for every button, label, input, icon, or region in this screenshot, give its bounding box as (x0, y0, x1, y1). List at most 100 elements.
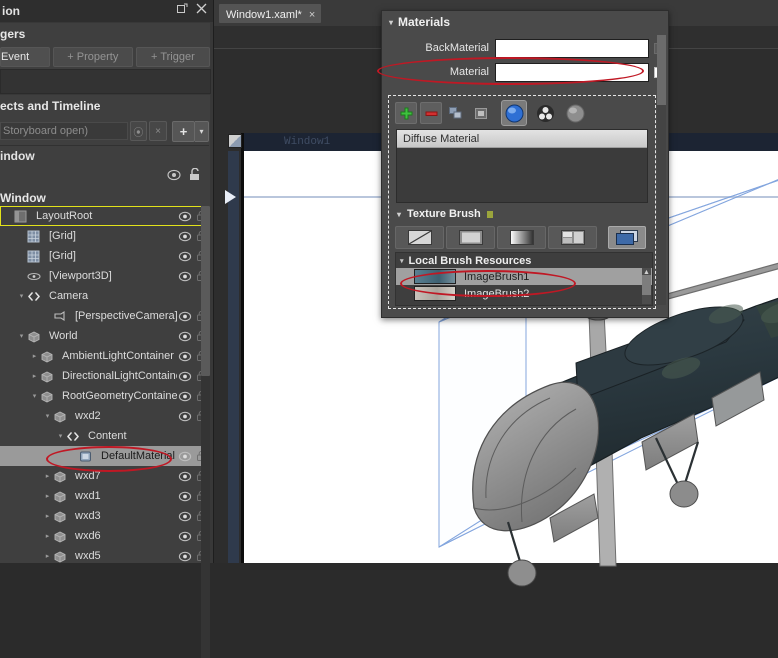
materials-panel-header[interactable]: ▾ Materials (382, 11, 668, 33)
scroll-up-icon[interactable]: ▲ (642, 268, 651, 276)
tree-item-defaultmaterial[interactable]: DefaultMaterial (0, 446, 209, 466)
brush-type-toolbar (395, 226, 651, 249)
eye-icon[interactable] (177, 251, 193, 262)
add-event-trigger-button[interactable]: Event (0, 47, 50, 67)
eye-icon[interactable] (177, 331, 193, 342)
chevron-down-icon[interactable]: ▾ (42, 411, 53, 422)
materials-panel-scroll-thumb[interactable] (657, 35, 666, 105)
chevron-down-icon[interactable]: ▾ (400, 257, 404, 265)
eye-icon[interactable] (177, 471, 193, 482)
chevron-down-icon[interactable]: ▾ (16, 291, 27, 302)
design-rail-marker[interactable] (225, 190, 236, 204)
eye-icon[interactable] (177, 551, 193, 562)
chevron-down-icon[interactable]: ▾ (29, 391, 40, 402)
chevron-down-icon[interactable]: ▾ (16, 331, 27, 342)
tree-item-ambientlightcontainer[interactable]: ▸ AmbientLightContainer (0, 346, 209, 366)
tree-item-layoutroot[interactable]: LayoutRoot (0, 206, 209, 226)
backmaterial-field[interactable] (495, 38, 649, 58)
list-item[interactable]: ImageBrush2 (396, 285, 652, 302)
tree-item-label: Content (88, 430, 127, 442)
tree-item-perspectivecamera[interactable]: [PerspectiveCamera] (0, 306, 209, 326)
material-list[interactable]: Diffuse Material (396, 129, 648, 203)
local-brush-resources-header[interactable]: ▾ Local Brush Resources (396, 253, 652, 268)
eye-icon[interactable] (177, 391, 193, 402)
material-field[interactable] (495, 62, 649, 82)
chevron-right-icon[interactable]: ▸ (42, 531, 53, 542)
storyboard-record-button[interactable]: ⦿ (129, 121, 148, 141)
tree-item-grid[interactable]: [Grid] (0, 226, 209, 246)
storyboard-picker[interactable]: Storyboard open) (0, 122, 128, 140)
add-trigger-button[interactable]: + Trigger (135, 47, 210, 67)
chevron-down-icon[interactable]: ▾ (55, 431, 66, 442)
close-icon[interactable]: × (309, 9, 315, 21)
eye-icon[interactable] (177, 211, 193, 222)
tree-item-wxd7[interactable]: ▸ wxd7 (0, 466, 209, 486)
solid-color-icon[interactable] (446, 226, 495, 249)
list-item[interactable]: Diffuse Material (397, 130, 647, 148)
chevron-right-icon[interactable]: ▸ (42, 471, 53, 482)
eye-icon[interactable] (177, 491, 193, 502)
tree-scroll-thumb[interactable] (201, 206, 210, 376)
tree-item-wxd1[interactable]: ▸ wxd1 (0, 486, 209, 506)
tree-item-rootgeometrycontainer[interactable]: ▾ RootGeometryContainer (0, 386, 209, 406)
eye-icon[interactable] (177, 351, 193, 362)
cube-icon[interactable] (533, 101, 557, 125)
matte-sphere-icon[interactable] (563, 101, 587, 125)
close-icon[interactable] (196, 3, 207, 17)
tree-expander-empty (16, 251, 27, 262)
property-marker-icon[interactable] (486, 210, 493, 218)
sphere-icon[interactable] (501, 100, 527, 126)
gradient-icon[interactable] (497, 226, 546, 249)
float-icon[interactable] (177, 3, 188, 17)
chevron-right-icon[interactable]: ▸ (42, 491, 53, 502)
eye-icon[interactable] (177, 271, 193, 282)
chevron-down-icon[interactable]: ▾ (195, 120, 209, 142)
storyboard-close-button[interactable]: × (149, 121, 167, 141)
image-brush-icon[interactable] (608, 226, 646, 249)
document-tab[interactable]: Window1.xaml* × (219, 4, 322, 23)
minus-icon[interactable] (420, 102, 442, 124)
material-row: Material (382, 61, 668, 83)
local-brush-resources: ▾ Local Brush Resources ImageBrush1 Imag… (395, 252, 653, 306)
tree-item-grid[interactable]: [Grid] (0, 246, 209, 266)
tree-item-viewport3d[interactable]: [Viewport3D] (0, 266, 209, 286)
square-icon[interactable] (470, 102, 492, 124)
no-brush-icon[interactable] (395, 226, 444, 249)
tree-item-camera[interactable]: ▾ Camera (0, 286, 209, 306)
tile-brush-icon[interactable] (548, 226, 597, 249)
tree-item-wxd3[interactable]: ▸ wxd3 (0, 506, 209, 526)
eye-icon[interactable] (177, 531, 193, 542)
tree-item-wxd6[interactable]: ▸ wxd6 (0, 526, 209, 546)
texture-brush-header[interactable]: ▾ Texture Brush (397, 208, 493, 220)
chevron-down-icon[interactable]: ▾ (389, 18, 393, 27)
eye-icon[interactable] (167, 169, 181, 184)
eye-icon[interactable] (177, 451, 193, 462)
tree-item-content[interactable]: ▾ Content (0, 426, 209, 446)
duplicate-icon[interactable] (445, 102, 467, 124)
new-storyboard-button[interactable]: + (171, 120, 196, 142)
chevron-right-icon[interactable]: ▸ (29, 371, 40, 382)
eye-icon[interactable] (177, 311, 193, 322)
eye-icon[interactable] (177, 511, 193, 522)
chevron-right-icon[interactable]: ▸ (42, 551, 53, 562)
triggers-list[interactable] (0, 69, 211, 94)
chevron-right-icon[interactable]: ▸ (42, 511, 53, 522)
eye-icon[interactable] (177, 371, 193, 382)
eye-icon[interactable] (177, 231, 193, 242)
add-property-trigger-button[interactable]: + Property (52, 47, 133, 67)
tree-item-wxd5[interactable]: ▸ wxd5 (0, 546, 209, 566)
tree-item-label: [Viewport3D] (49, 270, 112, 282)
model3d-icon (40, 390, 58, 403)
objects-tree[interactable]: LayoutRoot [Grid] [Grid] [Viewport3D] ▾ Camer… (0, 206, 209, 658)
brush-list-scroll-thumb[interactable] (642, 275, 651, 295)
tree-item-directionallightcontainer[interactable]: ▸ DirectionalLightContainer (0, 366, 209, 386)
unlock-icon[interactable] (189, 167, 201, 184)
tree-item-world[interactable]: ▾ World (0, 326, 209, 346)
plus-icon[interactable] (395, 102, 417, 124)
chevron-down-icon[interactable]: ▾ (397, 210, 401, 219)
model3d-icon (27, 330, 45, 343)
tree-item-wxd2[interactable]: ▾ wxd2 (0, 406, 209, 426)
list-item[interactable]: ImageBrush1 (396, 268, 652, 285)
eye-icon[interactable] (177, 411, 193, 422)
chevron-right-icon[interactable]: ▸ (29, 351, 40, 362)
